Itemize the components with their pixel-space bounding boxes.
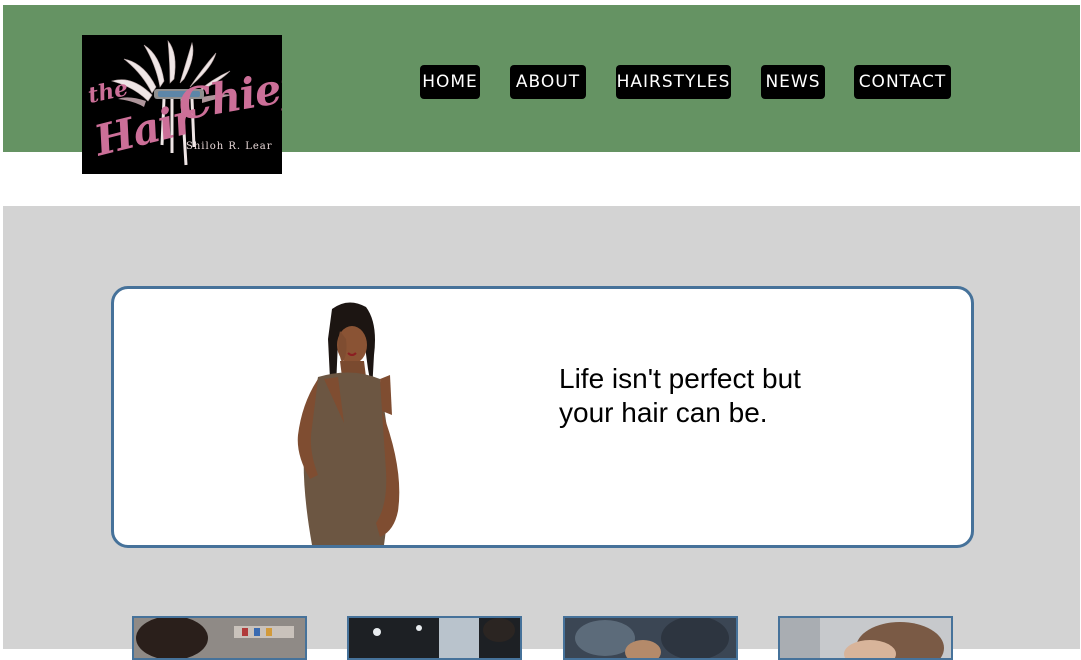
hero-tagline-line-1: Life isn't perfect but bbox=[559, 363, 801, 394]
thumb-photo-3 bbox=[565, 618, 736, 658]
gallery-thumb-1[interactable] bbox=[132, 616, 307, 660]
model-photo bbox=[297, 302, 400, 545]
hero-tagline: Life isn't perfect but your hair can be. bbox=[559, 362, 879, 430]
nav-home[interactable]: HOME bbox=[420, 65, 480, 99]
nav-about[interactable]: ABOUT bbox=[510, 65, 586, 99]
thumb-photo-1 bbox=[134, 618, 305, 658]
gallery-thumb-4[interactable] bbox=[778, 616, 953, 660]
thumb-photo-2 bbox=[349, 618, 520, 658]
nav-news[interactable]: NEWS bbox=[761, 65, 825, 99]
hero-tagline-line-2: your hair can be. bbox=[559, 397, 768, 428]
nav-hairstyles[interactable]: HAIRSTYLES bbox=[616, 65, 731, 99]
gallery-thumb-3[interactable] bbox=[563, 616, 738, 660]
gallery-thumb-2[interactable] bbox=[347, 616, 522, 660]
site-logo[interactable]: the Hair Chief Shiloh R. Lear bbox=[82, 35, 282, 174]
nav-contact[interactable]: CONTACT bbox=[854, 65, 951, 99]
hero-card: Life isn't perfect but your hair can be. bbox=[111, 286, 974, 548]
logo-subtitle: Shiloh R. Lear bbox=[186, 141, 273, 152]
thumb-photo-4 bbox=[780, 618, 951, 658]
